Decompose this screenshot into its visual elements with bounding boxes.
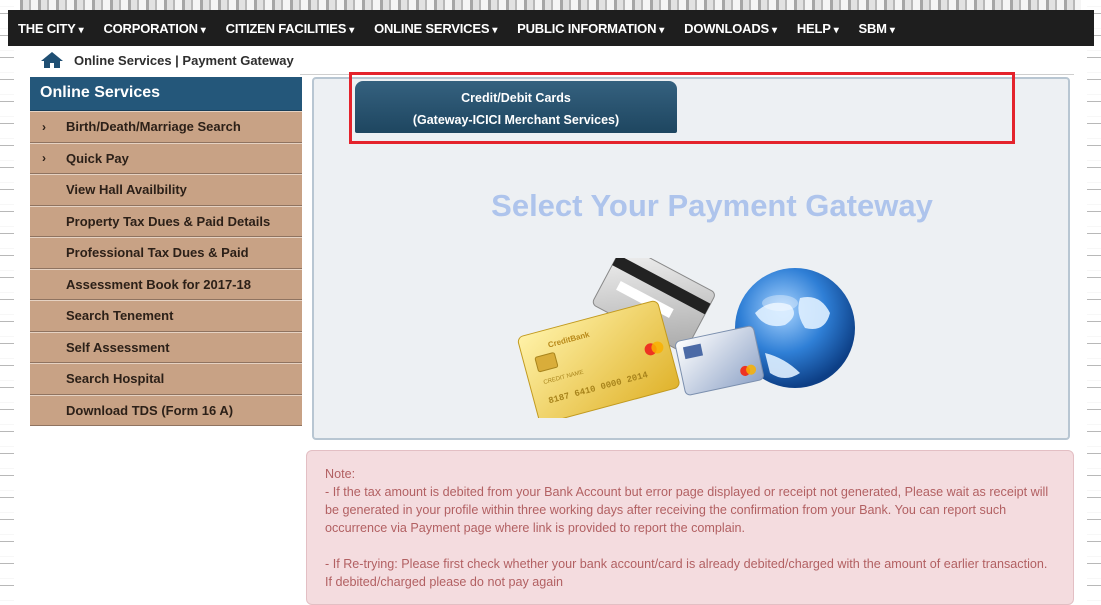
caret-down-icon: ▾: [889, 24, 895, 36]
caret-down-icon: ▾: [659, 24, 665, 36]
page-edge-top: [20, 0, 1081, 10]
page-edge-left: [0, 0, 14, 605]
caret-down-icon: ▾: [833, 24, 839, 36]
nav-citizen-facilities[interactable]: CITIZEN FACILITIES ▾: [216, 21, 364, 36]
nav-help[interactable]: HELP ▾: [787, 21, 849, 36]
note-paragraph-2: - If Re-trying: Please first check wheth…: [325, 557, 1048, 589]
payment-note: Note: - If the tax amount is debited fro…: [306, 450, 1074, 605]
sidebar-item-self-assessment[interactable]: Self Assessment: [30, 331, 302, 363]
nav-downloads[interactable]: DOWNLOADS ▾: [674, 21, 787, 36]
nav-public-information[interactable]: PUBLIC INFORMATION ▾: [507, 21, 674, 36]
note-heading: Note:: [325, 467, 356, 481]
nav-the-city[interactable]: THE CITY ▾: [8, 21, 93, 36]
breadcrumb-text: Online Services | Payment Gateway: [74, 52, 294, 68]
sidebar-item-professional-tax[interactable]: Professional Tax Dues & Paid: [30, 237, 302, 269]
sidebar-item-view-hall-availability[interactable]: View Hall Availbility: [30, 174, 302, 206]
breadcrumb: Online Services | Payment Gateway: [40, 49, 294, 71]
caret-down-icon: ▾: [492, 24, 498, 36]
sidebar-item-property-tax[interactable]: Property Tax Dues & Paid Details: [30, 205, 302, 237]
main-nav: THE CITY ▾ CORPORATION ▾ CITIZEN FACILITIE…: [8, 10, 1094, 46]
sidebar-item-birth-death-marriage-search[interactable]: › Birth/Death/Marriage Search: [30, 111, 302, 143]
gold-card: CreditBank 8187 6410 0000 2014 CREDIT NA…: [517, 300, 680, 418]
page-edge-right: [1087, 0, 1101, 605]
sidebar-item-assessment-book[interactable]: Assessment Book for 2017-18: [30, 268, 302, 300]
sidebar-item-download-tds[interactable]: Download TDS (Form 16 A): [30, 394, 302, 426]
note-paragraph-1: - If the tax amount is debited from your…: [325, 485, 1049, 535]
payment-illustration: CreditBank 8187 6410 0000 2014 CREDIT NA…: [517, 258, 855, 418]
chevron-right-icon: ›: [42, 119, 46, 134]
sidebar-item-quick-pay[interactable]: › Quick Pay: [30, 142, 302, 174]
nav-corporation[interactable]: CORPORATION ▾: [93, 21, 215, 36]
sidebar: Online Services › Birth/Death/Marriage Se…: [30, 77, 302, 426]
caret-down-icon: ▾: [200, 24, 206, 36]
nav-sbm[interactable]: SBM ▾: [849, 21, 905, 36]
sidebar-title: Online Services: [30, 77, 302, 111]
sidebar-item-search-tenement[interactable]: Search Tenement: [30, 300, 302, 332]
caret-down-icon: ▾: [349, 24, 355, 36]
home-icon[interactable]: [40, 51, 64, 69]
caret-down-icon: ▾: [771, 24, 777, 36]
chevron-right-icon: ›: [42, 151, 46, 166]
highlight-annotation: [349, 72, 1015, 144]
sidebar-item-search-hospital[interactable]: Search Hospital: [30, 363, 302, 395]
caret-down-icon: ▾: [78, 24, 84, 36]
select-gateway-heading: Select Your Payment Gateway: [491, 188, 933, 223]
nav-online-services[interactable]: ONLINE SERVICES ▾: [364, 21, 507, 36]
